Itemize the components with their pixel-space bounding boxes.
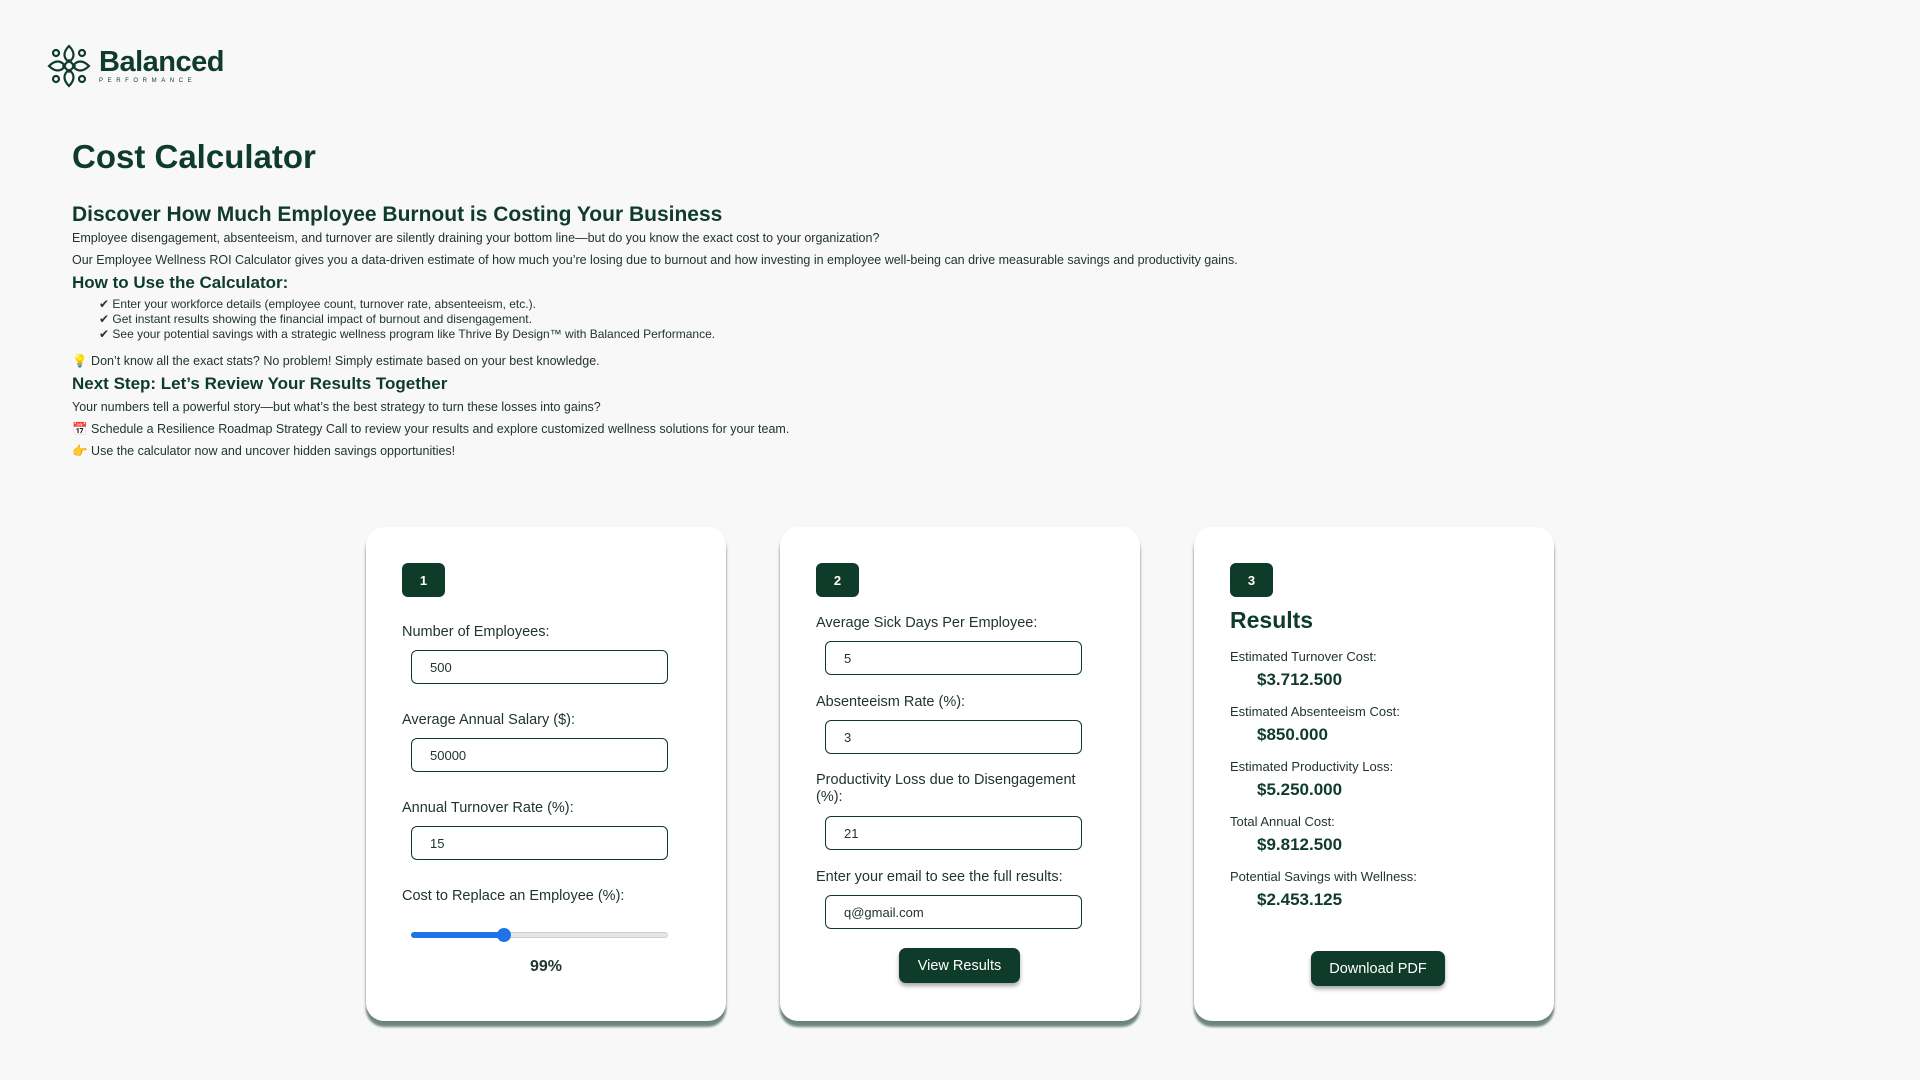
intro-paragraph-1: Employee disengagement, absenteeism, and… <box>72 231 880 245</box>
result-value: $5.250.000 <box>1257 780 1343 799</box>
employees-input[interactable] <box>411 650 668 684</box>
turnover-label: Annual Turnover Rate (%): <box>402 800 574 816</box>
how-to-list: ✔ Enter your workforce details (employee… <box>72 297 1572 342</box>
step-badge: 2 <box>816 563 859 597</box>
brand-name: Balanced <box>99 46 224 78</box>
salary-label: Average Annual Salary ($): <box>402 712 576 728</box>
replace-cost-label: Cost to Replace an Employee (%): <box>402 888 625 904</box>
brand-tagline: PERFORMANCE <box>99 78 197 84</box>
how-to-step: ✔ Get instant results showing the financ… <box>99 312 532 326</box>
slider-thumb[interactable] <box>496 928 511 942</box>
intro-section: Cost Calculator Discover How Much Employ… <box>72 138 1572 462</box>
page-title: Cost Calculator <box>72 138 316 175</box>
step-badge: 3 <box>1230 563 1273 597</box>
absenteeism-input[interactable] <box>825 720 1082 754</box>
result-value: $9.812.500 <box>1257 835 1343 854</box>
result-label: Estimated Productivity Loss: <box>1230 759 1394 774</box>
result-value: $2.453.125 <box>1257 890 1343 909</box>
flourish-logo-icon <box>47 44 91 88</box>
result-label: Estimated Turnover Cost: <box>1230 649 1377 664</box>
salary-input[interactable] <box>411 738 668 772</box>
tip-text: 💡 Don’t know all the exact stats? No pro… <box>72 354 600 368</box>
sick-days-label: Average Sick Days Per Employee: <box>816 615 1038 631</box>
how-to-step: ✔ Enter your workforce details (employee… <box>99 297 536 311</box>
inputs-card-1: 1 Number of Employees: Average Annual Sa… <box>366 527 726 1021</box>
cta-text: 👉 Use the calculator now and uncover hid… <box>72 444 456 458</box>
turnover-input[interactable] <box>411 826 668 860</box>
intro-paragraph-2: Our Employee Wellness ROI Calculator giv… <box>72 253 1238 267</box>
result-label: Estimated Absenteeism Cost: <box>1230 704 1400 719</box>
next-step-heading: Next Step: Let’s Review Your Results Tog… <box>72 374 448 393</box>
sick-days-input[interactable] <box>825 641 1082 675</box>
result-label: Total Annual Cost: <box>1230 814 1335 829</box>
step-badge: 1 <box>402 563 445 597</box>
how-to-heading: How to Use the Calculator: <box>72 273 289 292</box>
download-pdf-button[interactable]: Download PDF <box>1311 951 1445 986</box>
results-title: Results <box>1230 607 1314 633</box>
schedule-text: 📅 Schedule a Resilience Roadmap Strategy… <box>72 422 790 436</box>
replace-cost-value: 99% <box>529 958 563 975</box>
replace-cost-slider[interactable] <box>411 928 668 942</box>
email-input[interactable] <box>825 895 1082 929</box>
absenteeism-label: Absenteeism Rate (%): <box>816 694 966 710</box>
result-value: $850.000 <box>1257 725 1328 744</box>
result-label: Potential Savings with Wellness: <box>1230 869 1417 884</box>
productivity-loss-input[interactable] <box>825 816 1082 850</box>
brand-logo[interactable]: Balanced PERFORMANCE <box>45 42 224 90</box>
how-to-step: ✔ See your potential savings with a stra… <box>99 327 716 341</box>
view-results-button[interactable]: View Results <box>899 948 1020 983</box>
next-step-paragraph: Your numbers tell a powerful story—but w… <box>72 400 601 414</box>
employees-label: Number of Employees: <box>402 624 550 640</box>
results-card: 3 Results Estimated Turnover Cost: $3.71… <box>1194 527 1554 1021</box>
productivity-loss-label: Productivity Loss due to Disengagement (… <box>816 772 1076 805</box>
inputs-card-2: 2 Average Sick Days Per Employee: Absent… <box>780 527 1140 1021</box>
email-label: Enter your email to see the full results… <box>816 869 1063 885</box>
result-value: $3.712.500 <box>1257 670 1343 689</box>
intro-heading: Discover How Much Employee Burnout is Co… <box>72 203 723 226</box>
slider-fill <box>411 932 504 938</box>
